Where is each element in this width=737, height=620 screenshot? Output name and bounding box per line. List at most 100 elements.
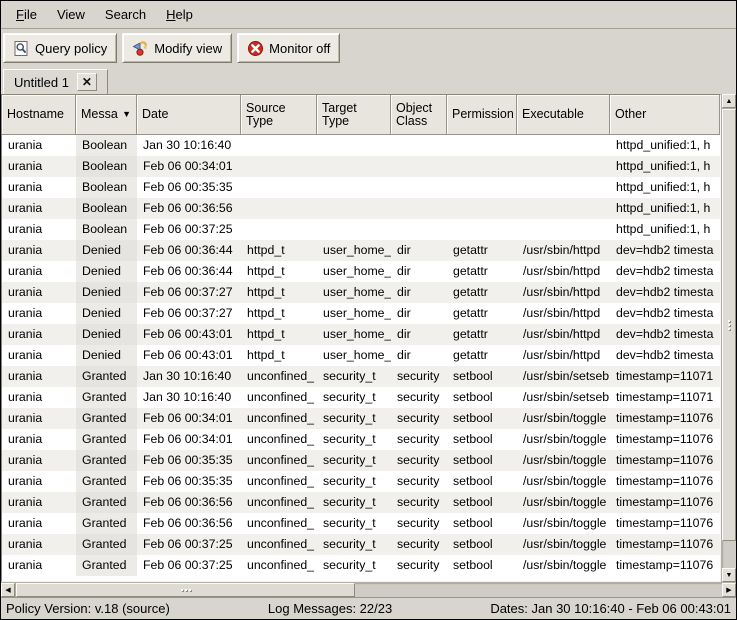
scroll-down-button[interactable]: ▼ bbox=[722, 568, 736, 582]
table-cell: setbool bbox=[447, 492, 517, 513]
scroll-up-button[interactable]: ▲ bbox=[722, 94, 736, 108]
column-header-label: Date bbox=[142, 108, 168, 121]
table-row[interactable]: uraniaBooleanFeb 06 00:35:35httpd_unifie… bbox=[2, 177, 720, 198]
table-cell: Granted bbox=[76, 408, 137, 429]
table-cell: /usr/sbin/httpd bbox=[517, 345, 610, 366]
column-header-source-type[interactable]: Source Type bbox=[241, 95, 317, 135]
query-policy-button[interactable]: Query policy bbox=[3, 33, 117, 63]
table-cell bbox=[517, 177, 610, 198]
table-row[interactable]: uraniaGrantedJan 30 10:16:40unconfined_s… bbox=[2, 387, 720, 408]
table-row[interactable]: uraniaDeniedFeb 06 00:36:44httpd_tuser_h… bbox=[2, 261, 720, 282]
table-cell: setbool bbox=[447, 555, 517, 576]
menu-search[interactable]: Search bbox=[96, 4, 155, 25]
table-cell: Feb 06 00:35:35 bbox=[137, 450, 241, 471]
table-cell: /usr/sbin/toggle bbox=[517, 492, 610, 513]
column-header-other[interactable]: Other bbox=[610, 95, 720, 135]
table-cell: Denied bbox=[76, 240, 137, 261]
column-header-target-type[interactable]: Target Type bbox=[317, 95, 391, 135]
menu-file[interactable]: File bbox=[7, 4, 46, 25]
table-row[interactable]: uraniaDeniedFeb 06 00:43:01httpd_tuser_h… bbox=[2, 345, 720, 366]
column-header-label: Messa bbox=[81, 108, 118, 121]
table-cell: user_home_ bbox=[317, 261, 391, 282]
table-row[interactable]: uraniaGrantedFeb 06 00:35:35unconfined_s… bbox=[2, 450, 720, 471]
table-cell: unconfined_ bbox=[241, 534, 317, 555]
table-cell: Feb 06 00:34:01 bbox=[137, 429, 241, 450]
column-header-object-class[interactable]: Object Class bbox=[391, 95, 447, 135]
table-row[interactable]: uraniaBooleanFeb 06 00:37:25httpd_unifie… bbox=[2, 219, 720, 240]
column-header-label: Executable bbox=[522, 108, 584, 121]
table-cell: httpd_t bbox=[241, 240, 317, 261]
column-header-message[interactable]: Messa▼ bbox=[76, 95, 137, 135]
menu-view[interactable]: View bbox=[48, 4, 94, 25]
table-cell: urania bbox=[2, 408, 76, 429]
horizontal-scrollbar[interactable]: ◀ ▶ bbox=[1, 582, 736, 597]
tab-untitled-1[interactable]: Untitled 1 ✕ bbox=[3, 69, 108, 94]
table-cell bbox=[391, 198, 447, 219]
table-cell: Denied bbox=[76, 345, 137, 366]
horizontal-scroll-track[interactable] bbox=[15, 583, 722, 597]
table-cell: security_t bbox=[317, 366, 391, 387]
table-cell: Feb 06 00:36:44 bbox=[137, 240, 241, 261]
table-cell: security_t bbox=[317, 408, 391, 429]
table-cell bbox=[447, 219, 517, 240]
table-cell: Granted bbox=[76, 429, 137, 450]
table-cell: httpd_t bbox=[241, 303, 317, 324]
table-cell: timestamp=11076 bbox=[610, 534, 720, 555]
column-header-hostname[interactable]: Hostname bbox=[2, 95, 76, 135]
table-cell: Feb 06 00:36:56 bbox=[137, 492, 241, 513]
table-cell: /usr/sbin/setseb bbox=[517, 366, 610, 387]
table-row[interactable]: uraniaDeniedFeb 06 00:43:01httpd_tuser_h… bbox=[2, 324, 720, 345]
monitor-off-button[interactable]: Monitor off bbox=[237, 33, 340, 63]
table-cell: urania bbox=[2, 135, 76, 156]
table-row[interactable]: uraniaGrantedFeb 06 00:34:01unconfined_s… bbox=[2, 408, 720, 429]
tab-close-button[interactable]: ✕ bbox=[77, 73, 97, 91]
table-cell: Granted bbox=[76, 534, 137, 555]
table-cell: Feb 06 00:35:35 bbox=[137, 471, 241, 492]
table-cell: dir bbox=[391, 303, 447, 324]
table-cell: unconfined_ bbox=[241, 387, 317, 408]
table-cell: Feb 06 00:43:01 bbox=[137, 345, 241, 366]
table-cell: Denied bbox=[76, 261, 137, 282]
table-row[interactable]: uraniaGrantedFeb 06 00:37:25unconfined_s… bbox=[2, 555, 720, 576]
column-header-permission[interactable]: Permission bbox=[447, 95, 517, 135]
table-row[interactable]: uraniaGrantedFeb 06 00:36:56unconfined_s… bbox=[2, 513, 720, 534]
modify-view-button[interactable]: Modify view bbox=[122, 33, 232, 63]
table-row[interactable]: uraniaBooleanJan 30 10:16:40httpd_unifie… bbox=[2, 135, 720, 156]
table-row[interactable]: uraniaDeniedFeb 06 00:37:27httpd_tuser_h… bbox=[2, 303, 720, 324]
table-row[interactable]: uraniaBooleanFeb 06 00:36:56httpd_unifie… bbox=[2, 198, 720, 219]
table-row[interactable]: uraniaGrantedFeb 06 00:34:01unconfined_s… bbox=[2, 429, 720, 450]
table-row[interactable]: uraniaDeniedFeb 06 00:36:44httpd_tuser_h… bbox=[2, 240, 720, 261]
table-row[interactable]: uraniaGrantedFeb 06 00:35:35unconfined_s… bbox=[2, 471, 720, 492]
table-cell: Denied bbox=[76, 324, 137, 345]
table-row[interactable]: uraniaGrantedFeb 06 00:36:56unconfined_s… bbox=[2, 492, 720, 513]
table-header: Hostname Messa▼ Date Source Type Target … bbox=[2, 95, 720, 135]
table-row[interactable]: uraniaGrantedFeb 06 00:37:25unconfined_s… bbox=[2, 534, 720, 555]
vertical-scroll-thumb[interactable] bbox=[722, 109, 736, 541]
menu-help[interactable]: Help bbox=[157, 4, 202, 25]
menu-bar: File View Search Help bbox=[1, 1, 736, 29]
scroll-left-button[interactable]: ◀ bbox=[1, 583, 15, 597]
table-cell: /usr/sbin/httpd bbox=[517, 324, 610, 345]
table-row[interactable]: uraniaBooleanFeb 06 00:34:01httpd_unifie… bbox=[2, 156, 720, 177]
table-cell: dir bbox=[391, 261, 447, 282]
table-cell bbox=[241, 219, 317, 240]
table-cell bbox=[517, 219, 610, 240]
table-cell: urania bbox=[2, 282, 76, 303]
table-cell: urania bbox=[2, 513, 76, 534]
table-cell: user_home_ bbox=[317, 345, 391, 366]
table-cell: unconfined_ bbox=[241, 471, 317, 492]
table-row[interactable]: uraniaGrantedJan 30 10:16:40unconfined_s… bbox=[2, 366, 720, 387]
table-cell: urania bbox=[2, 261, 76, 282]
horizontal-scroll-thumb[interactable] bbox=[16, 583, 355, 597]
table-cell: Granted bbox=[76, 387, 137, 408]
column-header-executable[interactable]: Executable bbox=[517, 95, 610, 135]
column-header-date[interactable]: Date bbox=[137, 95, 241, 135]
table-row[interactable]: uraniaDeniedFeb 06 00:37:27httpd_tuser_h… bbox=[2, 282, 720, 303]
vertical-scrollbar[interactable]: ▲ ▼ bbox=[721, 94, 736, 582]
table-cell: Granted bbox=[76, 471, 137, 492]
table-cell: /usr/sbin/toggle bbox=[517, 555, 610, 576]
table-cell: timestamp=11076 bbox=[610, 555, 720, 576]
scroll-right-button[interactable]: ▶ bbox=[722, 583, 736, 597]
vertical-scroll-track[interactable] bbox=[722, 108, 736, 568]
table-cell: dev=hdb2 timesta bbox=[610, 240, 720, 261]
